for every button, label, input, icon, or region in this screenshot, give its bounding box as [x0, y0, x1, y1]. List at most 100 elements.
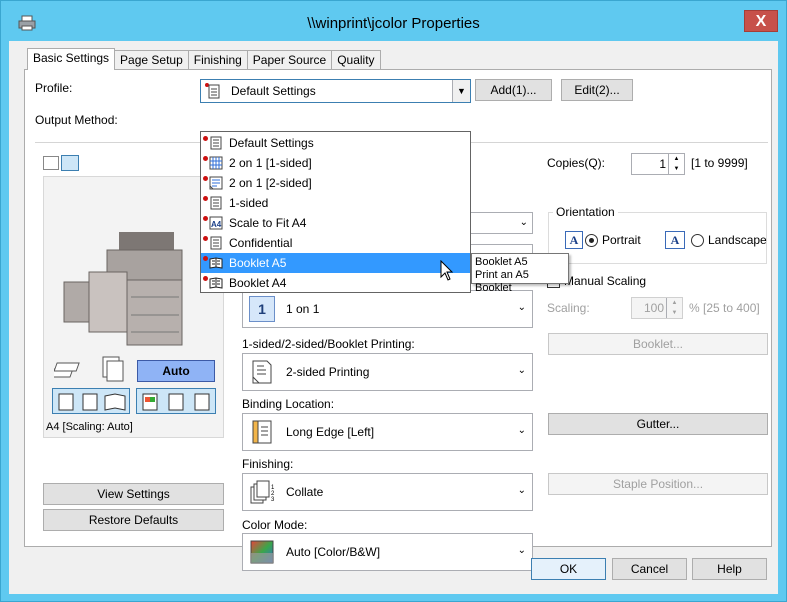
- finishing-combo[interactable]: 123 Collate ⌄: [242, 473, 533, 511]
- profile-dropdown-list: Default Settings 2 on 1 [1-sided] 2 on 1…: [200, 131, 471, 293]
- output-method-label: Output Method:: [35, 113, 118, 127]
- two-sided-icon: [252, 360, 272, 384]
- booklet-button[interactable]: Booklet...: [548, 333, 768, 355]
- scaling-value: 100: [643, 301, 664, 315]
- page-layout-value: 1 on 1: [286, 302, 320, 316]
- ok-button[interactable]: OK: [531, 558, 606, 580]
- chevron-down-icon: ⌄: [519, 217, 528, 228]
- restore-defaults-button[interactable]: Restore Defaults: [43, 509, 224, 531]
- cancel-button[interactable]: Cancel: [612, 558, 687, 580]
- dialog-client: Basic Settings Page Setup Finishing Pape…: [9, 41, 778, 594]
- mouse-cursor-icon: [440, 260, 454, 281]
- copies-spinner[interactable]: 1 ▲ ▼: [631, 153, 685, 175]
- default-marker-icon: [203, 276, 208, 281]
- profile-option-highlighted[interactable]: Booklet A5: [201, 253, 470, 273]
- tab-paper-source[interactable]: Paper Source: [246, 50, 333, 70]
- portrait-label[interactable]: Portrait: [602, 233, 641, 247]
- sided-value: 2-sided Printing: [286, 365, 370, 379]
- spin-up-icon[interactable]: ▲: [668, 154, 684, 164]
- profile-label: Profile:: [35, 81, 73, 95]
- copies-icon: [102, 356, 124, 382]
- close-icon: X: [755, 13, 767, 30]
- color-mode-combo[interactable]: Auto [Color/B&W] ⌄: [242, 533, 533, 571]
- profile-option[interactable]: A4 Scale to Fit A4: [201, 213, 470, 233]
- default-marker-icon: [203, 256, 208, 261]
- tab-strip: Basic Settings Page Setup Finishing Pape…: [27, 48, 381, 70]
- staple-position-button[interactable]: Staple Position...: [548, 473, 768, 495]
- profile-selected-value: Default Settings: [231, 84, 316, 98]
- booklet-icon: [209, 277, 223, 289]
- profile-option[interactable]: Confidential: [201, 233, 470, 253]
- finishing-value: Collate: [286, 485, 324, 499]
- color-mode-label: Color Mode:: [242, 518, 308, 532]
- paper-stack-icon: [54, 362, 80, 378]
- color-mode-icon: [250, 540, 274, 564]
- profile-option[interactable]: Default Settings: [201, 133, 470, 153]
- gutter-button[interactable]: Gutter...: [548, 413, 768, 435]
- profile-combo[interactable]: Default Settings ▼: [200, 79, 471, 103]
- binding-label: Binding Location:: [242, 397, 335, 411]
- scaling-spinner[interactable]: 100 ▲ ▼: [631, 297, 683, 319]
- profile-option[interactable]: Booklet A4: [201, 273, 470, 293]
- default-marker-icon: [203, 196, 208, 201]
- profile-option[interactable]: 2 on 1 [2-sided]: [201, 173, 470, 193]
- copies-label: Copies(Q):: [547, 156, 606, 170]
- portrait-radio[interactable]: [585, 234, 598, 247]
- add-profile-button[interactable]: Add(1)...: [475, 79, 552, 101]
- landscape-label[interactable]: Landscape: [708, 233, 767, 247]
- page-layout-combo[interactable]: 1 1 on 1 ⌄: [242, 290, 533, 328]
- preview-status: A4 [Scaling: Auto]: [46, 421, 133, 433]
- spin-down-icon[interactable]: ▼: [666, 308, 682, 318]
- profile-option[interactable]: 2 on 1 [1-sided]: [201, 153, 470, 173]
- close-button[interactable]: X: [744, 10, 778, 32]
- booklet-layout-icon[interactable]: [52, 388, 130, 414]
- spin-down-icon[interactable]: ▼: [668, 164, 684, 174]
- printer-view-icon[interactable]: [61, 155, 79, 171]
- one-sided-icon: [210, 196, 222, 210]
- manual-scaling-label[interactable]: Manual Scaling: [564, 274, 646, 288]
- booklet-icon: [209, 257, 223, 269]
- profile-option[interactable]: 1-sided: [201, 193, 470, 213]
- document-icon: [210, 136, 222, 150]
- svg-text:A4: A4: [211, 220, 222, 229]
- tab-finishing[interactable]: Finishing: [187, 50, 248, 70]
- binding-edge-icon: [252, 420, 272, 444]
- page-view-icon[interactable]: [43, 156, 59, 170]
- binding-value: Long Edge [Left]: [286, 425, 375, 439]
- tab-quality[interactable]: Quality: [331, 50, 381, 70]
- svg-text:3: 3: [271, 497, 275, 503]
- finishing-label: Finishing:: [242, 457, 294, 471]
- spin-up-icon[interactable]: ▲: [666, 298, 682, 308]
- scaling-label: Scaling:: [547, 301, 590, 315]
- scale-to-fit-icon: A4: [209, 216, 223, 230]
- window-title: \\winprint\jcolor Properties: [307, 15, 480, 32]
- copies-range: [1 to 9999]: [691, 156, 748, 170]
- default-marker-icon: [203, 136, 208, 141]
- help-button[interactable]: Help: [692, 558, 767, 580]
- collate-icon: 123: [250, 480, 275, 504]
- edit-profile-button[interactable]: Edit(2)...: [561, 79, 633, 101]
- chevron-down-icon: ⌄: [517, 425, 526, 436]
- basic-settings-panel: Profile: Default Settings ▼ Add(1)... Ed…: [24, 69, 772, 571]
- view-settings-button[interactable]: View Settings: [43, 483, 224, 505]
- default-marker-icon: [203, 156, 208, 161]
- orientation-label: Orientation: [553, 205, 618, 219]
- chevron-down-icon: ⌄: [517, 302, 526, 313]
- preview-pane: Auto A4 [Scaling: Auto]: [43, 176, 224, 438]
- chevron-down-icon: ⌄: [517, 485, 526, 496]
- landscape-radio[interactable]: [691, 234, 704, 247]
- default-marker-icon: [203, 216, 208, 221]
- profile-icon: [205, 83, 220, 99]
- chevron-down-icon[interactable]: ▼: [452, 80, 470, 102]
- tab-page-setup[interactable]: Page Setup: [114, 50, 189, 70]
- binding-combo[interactable]: Long Edge [Left] ⌄: [242, 413, 533, 451]
- tooltip-description: Print an A5 Booklet: [475, 269, 529, 294]
- color-mode-preview-icon[interactable]: [136, 388, 216, 414]
- sided-combo[interactable]: 2-sided Printing ⌄: [242, 353, 533, 391]
- title-bar[interactable]: \\winprint\jcolor Properties X: [1, 1, 786, 41]
- tab-basic-settings[interactable]: Basic Settings: [27, 48, 116, 70]
- portrait-icon: A: [565, 231, 583, 249]
- profile-tooltip: Booklet A5 Print an A5 Booklet: [471, 253, 569, 294]
- auto-color-button[interactable]: Auto: [137, 360, 215, 382]
- confidential-icon: [210, 236, 222, 250]
